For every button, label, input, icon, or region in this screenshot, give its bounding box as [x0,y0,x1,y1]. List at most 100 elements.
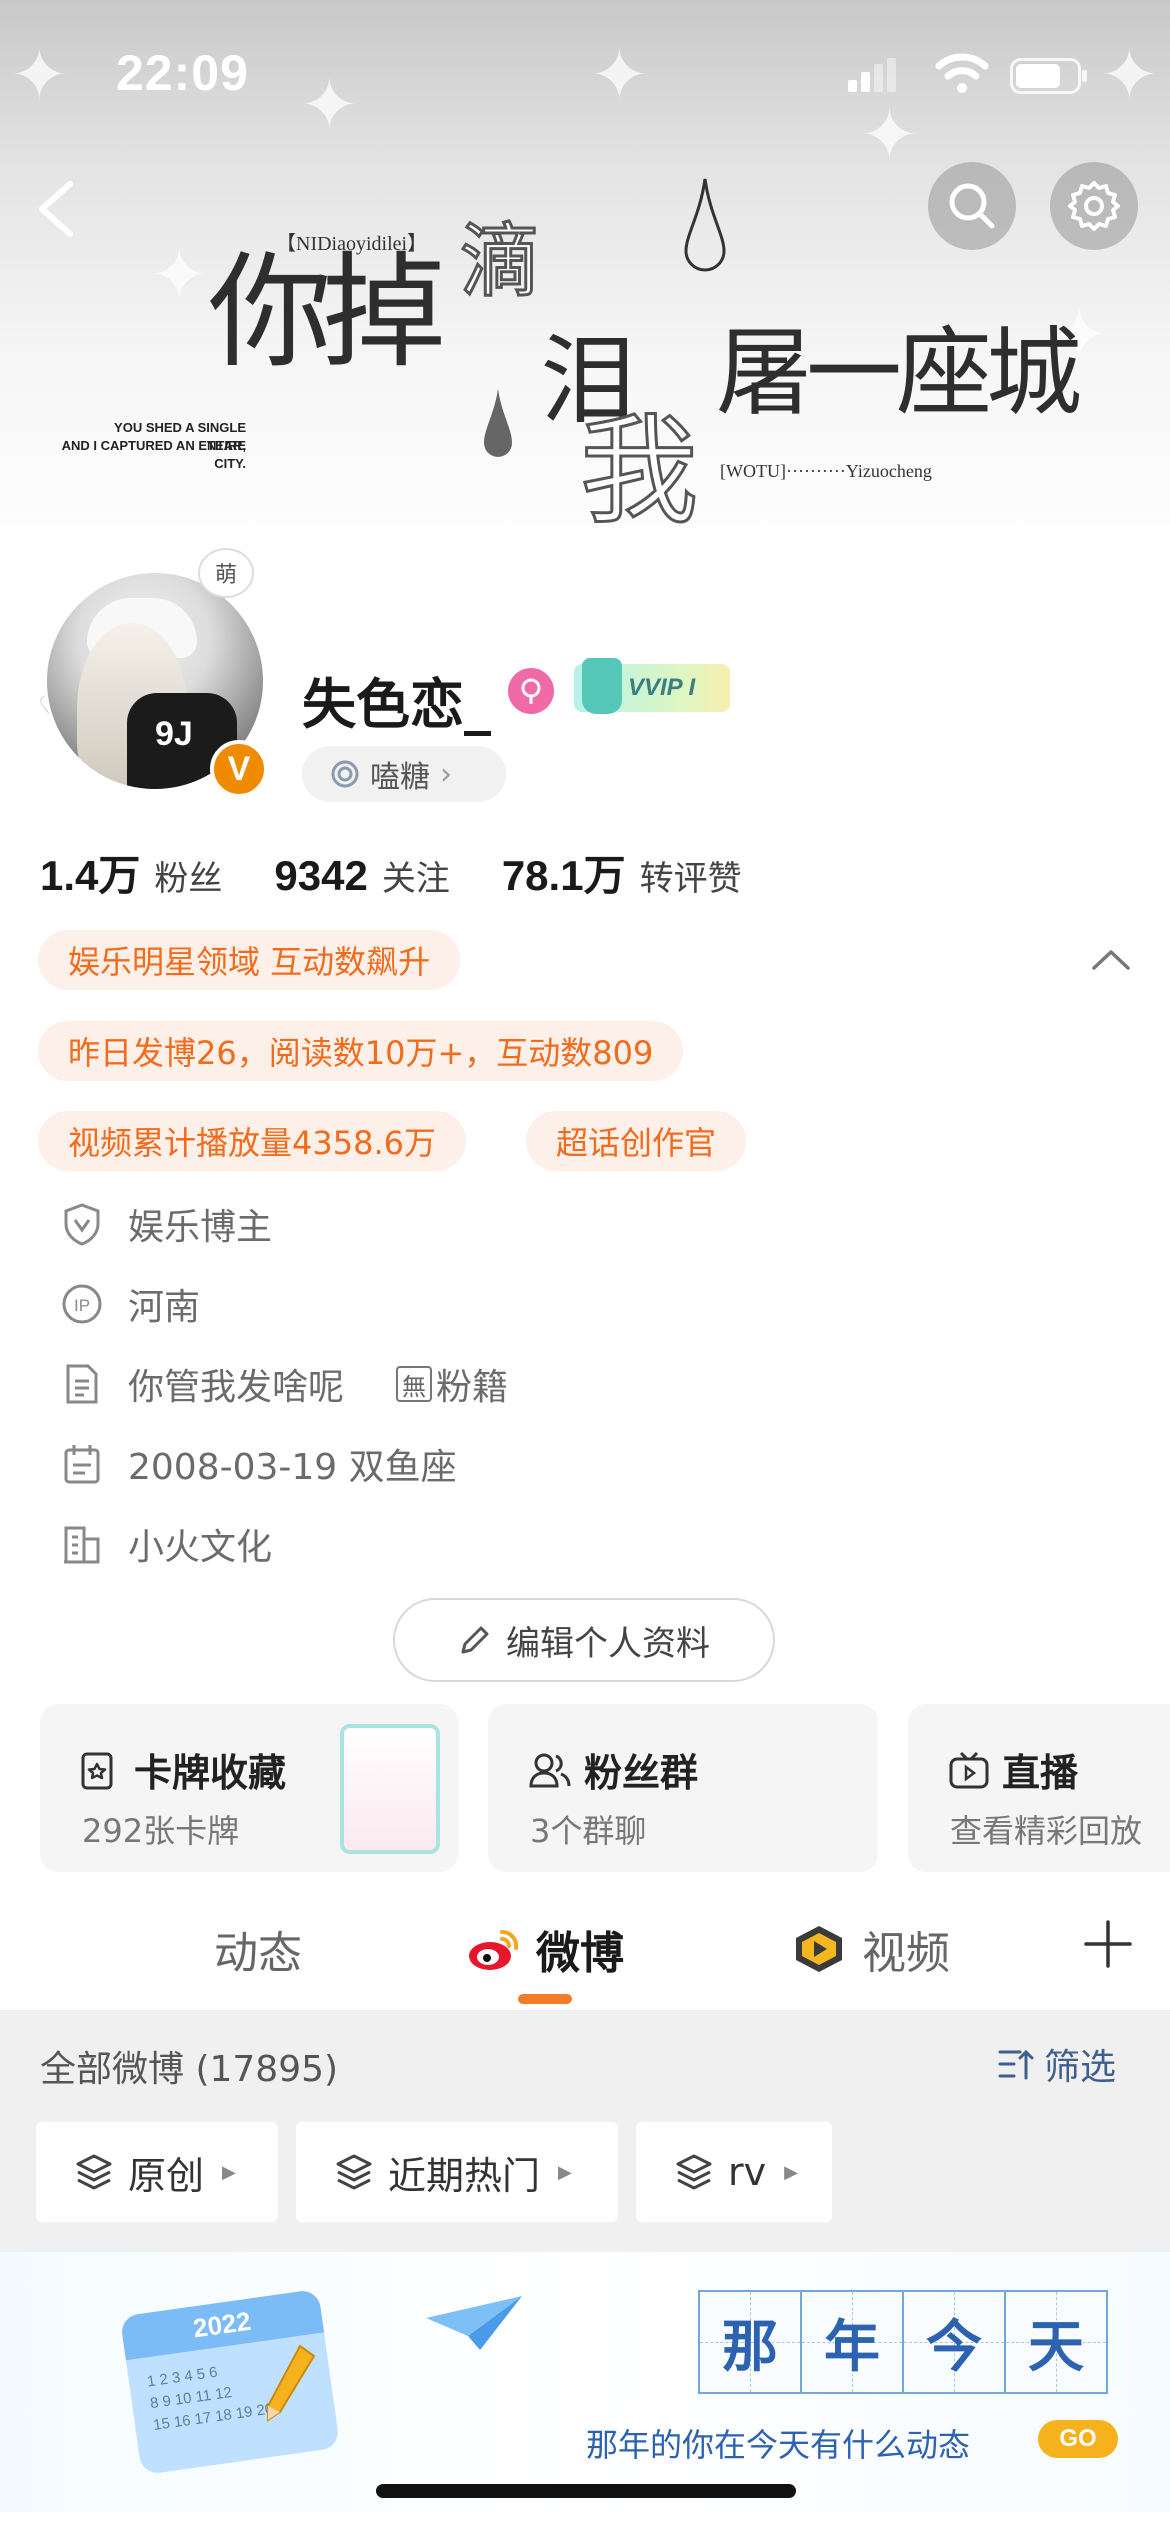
fan-registry-box: 無 [396,1366,433,1402]
layers-icon [336,2154,372,2190]
banner-title-char: 今 [902,2290,1006,2394]
calendar-icon [60,1442,104,1486]
card-fan-group[interactable]: 粉丝群 3个群聊 [488,1704,878,1872]
stat-followers[interactable]: 1.4万 粉丝 [40,842,222,903]
honor-tag[interactable]: 视频累计播放量4358.6万 [38,1111,466,1171]
info-bio-text: 你管我发啥呢 [128,1367,345,1408]
stat-number: 1.4万 [40,852,141,899]
cover-art-caption-2: AND I CAPTURED AN ENTIRE CITY. [61,438,246,471]
info-ip-text: 河南 [128,1287,201,1328]
card-title-text: 粉丝群 [584,1751,699,1795]
paper-plane-icon [426,2296,522,2350]
user-name: 失色恋_ [302,673,491,736]
stat-number: 9342 [274,852,368,899]
vip-crown-icon [582,658,622,714]
avatar-deco-badge: 萌 [198,548,254,598]
filter-button[interactable]: 筛选 [996,2038,1116,2090]
banner-title-char-text: 那 [722,2313,778,2380]
avatar-container[interactable]: ♡ 9J 萌 V [38,530,268,800]
stat-following[interactable]: 9342 关注 [274,851,449,900]
info-bio: 你管我发啥呢 無粉籍 [60,1356,508,1412]
info-role-text: 娱乐博主 [128,1207,273,1248]
building-icon [60,1522,104,1566]
tab-label: 动态 [214,1928,302,1979]
signal-icon [848,58,896,92]
card-collection-icon [81,1752,113,1789]
info-company: 小火文化 [60,1516,272,1572]
home-indicator[interactable] [376,2484,796,2498]
status-time: 22:09 [116,45,249,101]
avatar-shirt-text: 9J [155,715,193,753]
weibo-logo-icon [469,1929,519,1970]
filter-label: 筛选 [1044,2047,1117,2088]
honor-tag[interactable]: 超话创作官 [526,1111,747,1171]
vip-label: VVIP I [628,674,696,701]
card-title: 卡牌收藏 [80,1742,286,1797]
honor-tag[interactable]: 昨日发博26，阅读数10万+，互动数809 [38,1021,684,1081]
stats-bar: 1.4万 粉丝 9342 关注 78.1万 转评赞 [40,842,794,902]
chip-rv[interactable]: rv ▶ [636,2122,832,2222]
stat-likes[interactable]: 78.1万 转评赞 [502,842,742,903]
stat-label: 粉丝 [154,859,223,899]
video-badge-icon [796,1926,842,1972]
live-tv-icon [949,1751,989,1788]
card-title: 粉丝群 [528,1742,698,1797]
cover-art-line2-outline: 我 [578,401,699,542]
interest-tag[interactable]: 嗑糖 › [302,746,506,802]
info-birthday: 2008-03-19 双鱼座 [60,1436,457,1492]
honor-tag[interactable]: 娱乐明星领域 互动数飙升 [38,930,461,990]
search-button[interactable] [928,162,1016,250]
teardrop-icon [684,178,726,272]
chip-label: 原创 [128,2153,205,2198]
caret-right-icon: ▶ [784,2161,798,2183]
pencil-icon [461,1626,489,1654]
status-bar: 22:09 [0,0,1170,150]
shield-icon [60,1202,104,1246]
layers-icon [676,2154,712,2190]
settings-button[interactable] [1050,162,1138,250]
chip-hot[interactable]: 近期热门 ▶ [296,2122,618,2222]
svg-text:IP: IP [74,1296,90,1315]
chip-label: 近期热门 [388,2153,541,2198]
chevron-right-icon: › [440,756,452,792]
go-button[interactable]: GO [1038,2420,1118,2458]
profile-tabs: 动态 微博 视频 [0,1904,1170,2008]
chip-original[interactable]: 原创 ▶ [36,2122,278,2222]
search-icon [949,183,995,229]
teardrop-icon [484,389,512,457]
card-collection[interactable]: 卡牌收藏 292张卡牌 [40,1704,458,1872]
chevron-up-icon[interactable] [1090,944,1132,974]
info-company-text: 小火文化 [128,1527,273,1568]
vip-badge[interactable]: VVIP I [574,658,730,714]
banner-title-char: 那 [698,2290,802,2394]
ip-location-icon: IP [60,1282,104,1326]
that-year-today-banner[interactable]: 2022 1 2 3 4 5 6 8 9 10 11 12 15 16 17 1… [0,2252,1170,2512]
tab-weibo[interactable]: 微博 [466,1904,624,1994]
back-icon[interactable] [30,178,80,240]
cover-art-line1-outline: 滴 [459,214,542,310]
filter-icon [998,2049,1034,2080]
lollipop-badge-icon[interactable] [508,668,554,714]
edit-profile-label: 编辑个人资料 [506,1623,710,1664]
tab-label: 视频 [862,1928,950,1979]
banner-title-char-text: 年 [824,2313,880,2380]
card-title: 直播 [948,1742,1078,1797]
tab-active-indicator [518,1994,572,2004]
tab-activity[interactable]: 动态 [214,1904,302,1994]
gear-icon [1068,181,1120,231]
tab-label: 微博 [536,1928,624,1979]
cover-art-line1: 你掉 [208,241,446,385]
banner-subtitle: 那年的你在今天有什么动态 [586,2426,971,2464]
feed-header: 全部微博 (17895) 筛选 原创 ▶ 近期热门 ▶ rv ▶ [0,2010,1170,2252]
plus-icon[interactable] [1080,1916,1136,1972]
chip-label: rv [728,2150,767,2194]
tab-video[interactable]: 视频 [790,1904,950,1994]
fan-registry[interactable]: 無粉籍 [396,1358,508,1410]
edit-profile-button[interactable]: 编辑个人资料 [393,1598,775,1682]
banner-title: 那 年 今 天 [698,2290,1108,2394]
spiral-icon [331,760,359,788]
card-live[interactable]: 直播 查看精彩回放 [908,1704,1170,1872]
banner-title-char-text: 今 [926,2313,982,2380]
caret-right-icon: ▶ [558,2161,572,2183]
verified-badge: V [210,740,268,798]
